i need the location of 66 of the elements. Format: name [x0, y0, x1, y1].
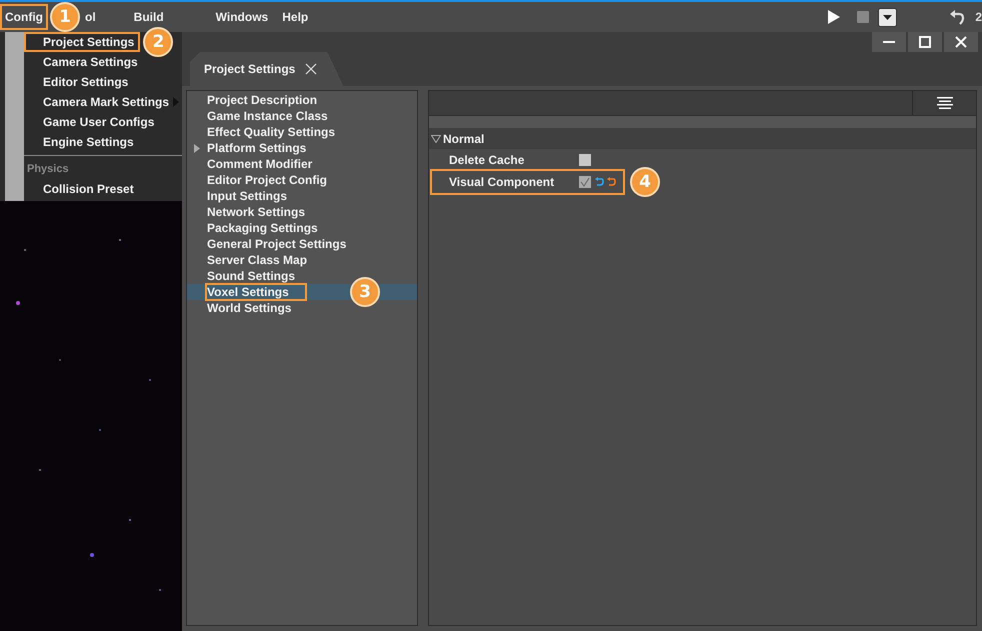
collapse-arrow-icon[interactable] — [431, 134, 441, 142]
menu-option[interactable]: Camera Settings — [24, 52, 144, 72]
category-label: Effect Quality Settings — [207, 125, 336, 139]
section-title: Normal — [443, 132, 484, 146]
reset-arrows-icon[interactable] — [595, 177, 617, 187]
menu-item[interactable]: Help — [277, 4, 314, 30]
callout-badge: 4 — [630, 167, 660, 197]
category-label: Platform Settings — [207, 141, 308, 155]
close-icon — [955, 36, 967, 48]
menu-option[interactable]: Engine Settings — [24, 132, 140, 152]
category-item[interactable]: Effect Quality Settings — [187, 124, 417, 140]
menu-item[interactable]: Windows — [210, 4, 274, 30]
maximize-button[interactable] — [908, 32, 942, 52]
close-button[interactable] — [944, 32, 978, 52]
property-label: Delete Cache — [449, 153, 526, 167]
menu-item[interactable]: ol — [80, 4, 101, 30]
category-label: Input Settings — [207, 189, 288, 203]
category-label: Game Instance Class — [207, 109, 329, 123]
category-item[interactable]: Project Description — [187, 92, 417, 108]
dropdown-icon[interactable] — [878, 8, 898, 26]
checkbox[interactable] — [579, 154, 591, 166]
category-item[interactable]: Editor Project Config — [187, 172, 417, 188]
category-item[interactable]: Game Instance Class — [187, 108, 417, 124]
category-label: Network Settings — [207, 205, 306, 219]
minimize-button[interactable] — [872, 32, 906, 52]
category-item[interactable]: Network Settings — [187, 204, 417, 220]
category-label: World Settings — [207, 301, 292, 315]
menu-option[interactable]: Editor Settings — [24, 72, 134, 92]
category-label: Editor Project Config — [207, 173, 328, 187]
category-label: Project Description — [207, 93, 318, 107]
play-icon[interactable] — [827, 9, 842, 25]
undo-icon[interactable] — [949, 9, 966, 25]
stop-icon[interactable] — [857, 11, 870, 23]
menu-option[interactable]: Collision Preset — [24, 179, 140, 199]
expand-arrow-icon[interactable] — [194, 144, 200, 153]
menu-option[interactable]: Project Settings — [24, 32, 140, 52]
category-label: Comment Modifier — [207, 157, 314, 171]
category-label: Sound Settings — [207, 269, 296, 283]
property-label: Visual Component — [449, 175, 556, 189]
category-item[interactable]: Input Settings — [187, 188, 417, 204]
close-icon[interactable] — [305, 63, 318, 75]
menu-option[interactable]: Camera Mark Settings — [24, 92, 176, 112]
maximize-icon — [919, 36, 931, 48]
category-label: Packaging Settings — [207, 221, 319, 235]
category-item[interactable]: Packaging Settings — [187, 220, 417, 236]
section-header[interactable]: Normal — [429, 128, 976, 149]
tab-title: Project Settings — [204, 62, 296, 76]
checkbox[interactable] — [579, 176, 591, 188]
menu-item[interactable]: Config — [0, 4, 48, 30]
callout-badge: 2 — [143, 27, 174, 57]
minimize-icon — [883, 41, 895, 43]
category-item[interactable]: Comment Modifier — [187, 156, 417, 172]
category-label: General Project Settings — [207, 237, 348, 251]
counter-text: 2 — [975, 10, 982, 24]
category-item[interactable]: Platform Settings — [187, 140, 417, 156]
menu-item[interactable]: Build — [128, 4, 169, 30]
settings-tab[interactable]: Project Settings — [190, 52, 344, 86]
category-label: Voxel Settings — [207, 285, 305, 299]
menu-icon — [936, 97, 952, 109]
menu-option[interactable]: Game User Configs — [24, 112, 160, 132]
category-item[interactable]: General Project Settings — [187, 236, 417, 252]
category-item[interactable]: Server Class Map — [187, 252, 417, 268]
menu-group-header: Physics — [26, 163, 69, 175]
callout-badge: 1 — [50, 2, 80, 32]
category-label: Server Class Map — [207, 253, 308, 267]
callout-badge: 3 — [350, 277, 380, 307]
